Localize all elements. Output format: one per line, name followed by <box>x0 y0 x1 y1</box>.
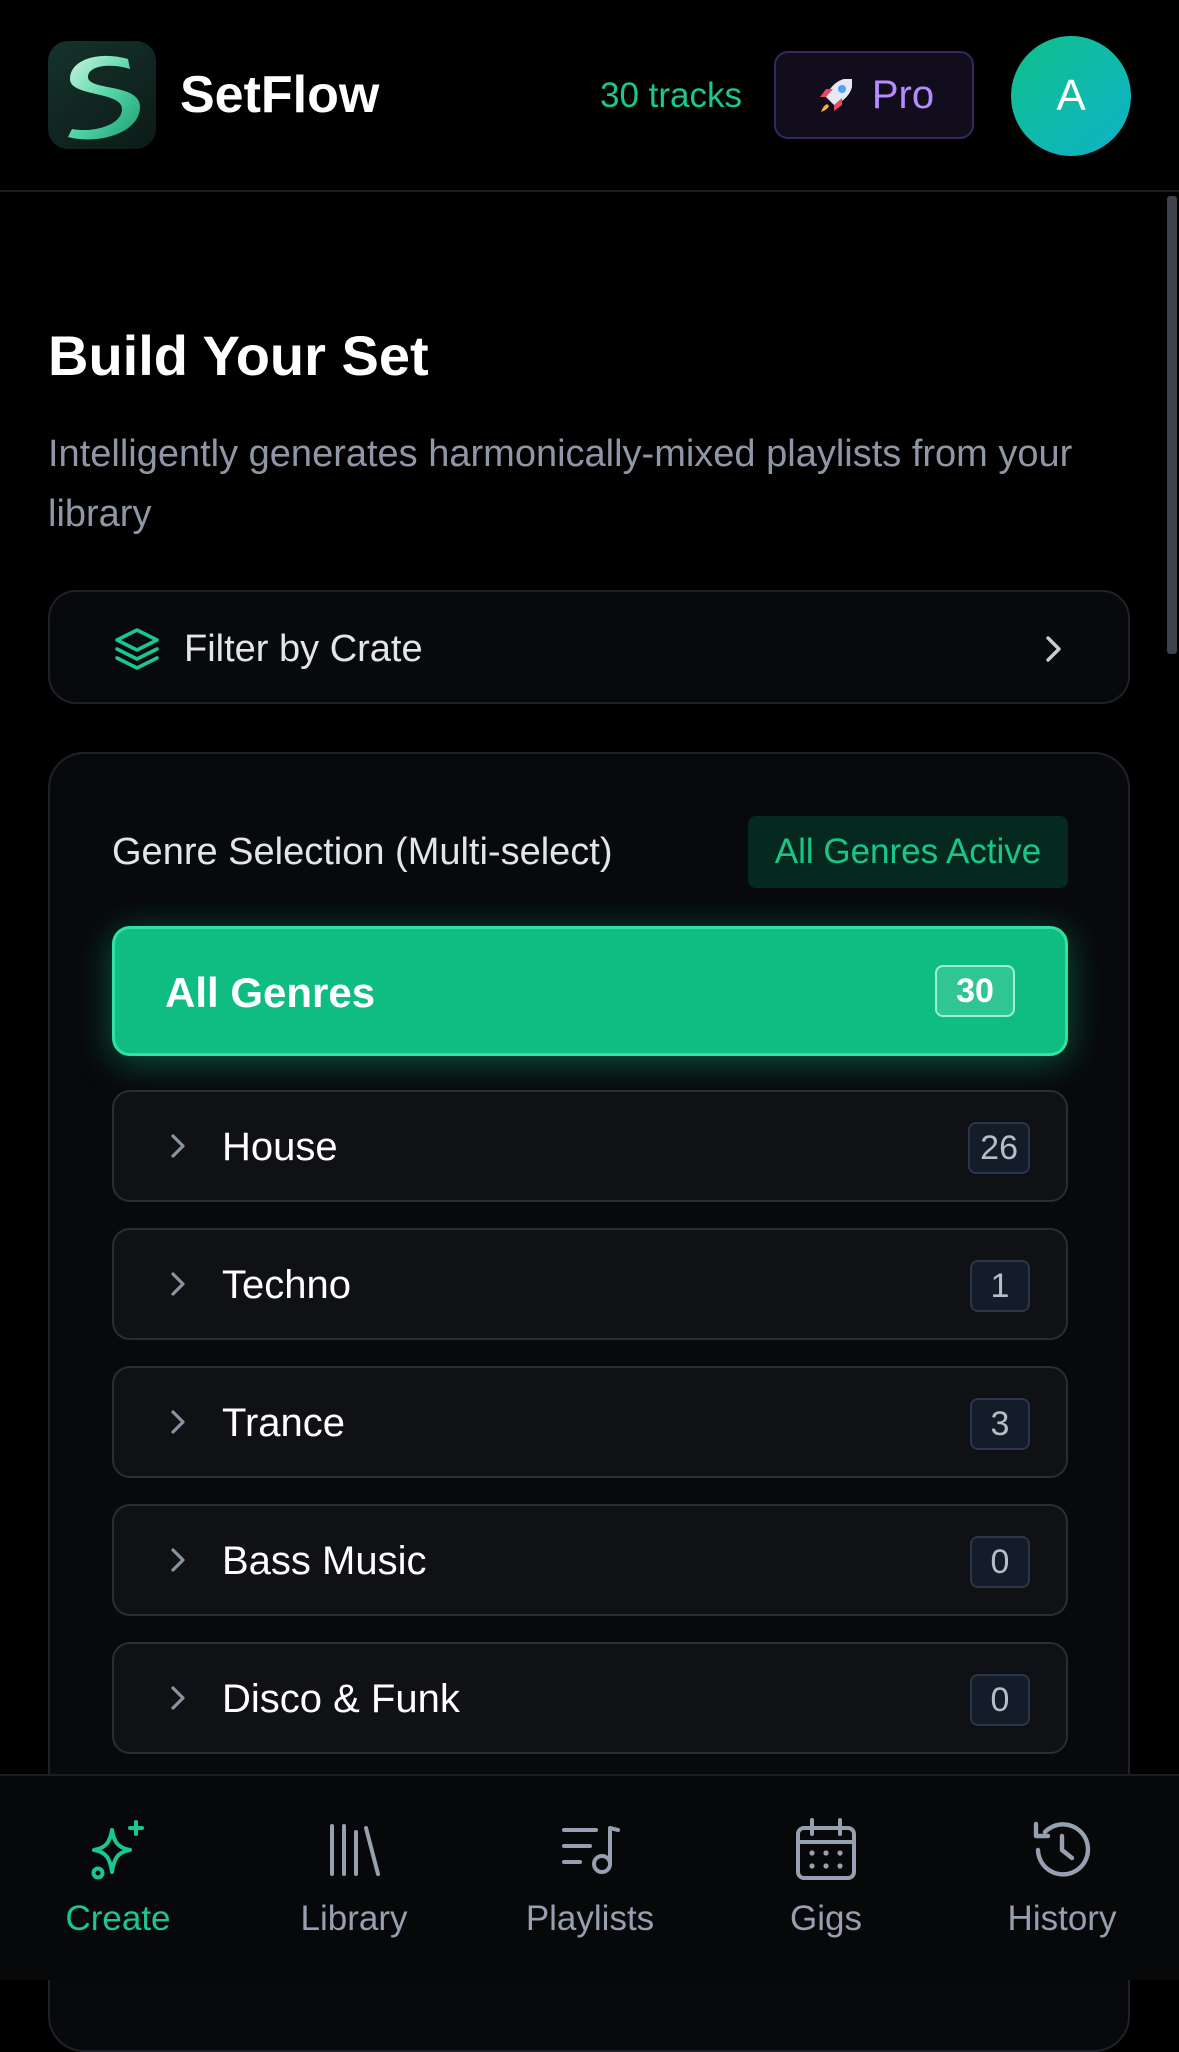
scrollbar-thumb[interactable] <box>1167 196 1177 654</box>
genre-count: 3 <box>970 1398 1030 1450</box>
filter-label: Filter by Crate <box>184 628 423 670</box>
all-genres-label: All Genres <box>165 969 376 1016</box>
genres-active-badge: All Genres Active <box>748 816 1068 888</box>
history-icon <box>1033 1821 1091 1877</box>
app-header: SetFlow 30 tracks Pro A <box>0 0 1179 192</box>
pro-label: Pro <box>871 73 935 117</box>
page-subtitle: Intelligently generates harmonically-mix… <box>48 433 1073 535</box>
all-genres-count: 30 <box>935 965 1015 1017</box>
nav-label: History <box>1007 1899 1117 1938</box>
filter-by-crate-button[interactable]: Filter by Crate <box>48 590 1130 704</box>
genre-label: House <box>222 1125 338 1169</box>
all-genres-option[interactable]: All Genres 30 <box>112 926 1068 1056</box>
nav-item-history[interactable]: History <box>944 1776 1179 1980</box>
chevron-right-icon <box>171 1134 185 1158</box>
bottom-navigation: Create Library Playlists Gigs History <box>0 1774 1179 1980</box>
chevron-right-icon <box>171 1548 185 1572</box>
genre-label: Techno <box>222 1263 351 1307</box>
genre-count: 26 <box>968 1122 1030 1174</box>
chevron-right-icon <box>171 1686 185 1710</box>
genre-label: Bass Music <box>222 1539 427 1583</box>
genre-count: 0 <box>970 1536 1030 1588</box>
nav-item-playlists[interactable]: Playlists <box>472 1776 708 1980</box>
nav-label: Gigs <box>790 1899 862 1938</box>
library-icon <box>330 1824 380 1876</box>
chevron-right-icon <box>171 1410 185 1434</box>
chevron-right-icon <box>171 1272 185 1296</box>
tracks-count: 30 tracks <box>600 76 742 115</box>
genre-row-bass-music[interactable]: Bass Music 0 <box>112 1504 1068 1616</box>
calendar-icon <box>796 1818 856 1880</box>
genre-row-house[interactable]: House 26 <box>112 1090 1068 1202</box>
sparkles-icon <box>91 1820 144 1880</box>
nav-item-create[interactable]: Create <box>0 1776 236 1980</box>
genre-row-disco-funk[interactable]: Disco & Funk 0 <box>112 1642 1068 1754</box>
genre-count: 0 <box>970 1674 1030 1726</box>
nav-label: Library <box>300 1899 408 1938</box>
nav-item-gigs[interactable]: Gigs <box>708 1776 944 1980</box>
playlist-icon <box>562 1826 620 1874</box>
genre-row-techno[interactable]: Techno 1 <box>112 1228 1068 1340</box>
genre-label: Disco & Funk <box>222 1677 460 1721</box>
logo-s-icon <box>68 55 140 140</box>
nav-label: Playlists <box>525 1899 655 1938</box>
chevron-right-icon <box>1046 636 1061 662</box>
genre-count: 1 <box>970 1260 1030 1312</box>
rocket-icon <box>819 79 852 112</box>
genre-selection-heading: Genre Selection (Multi-select) <box>112 831 613 873</box>
nav-label: Create <box>65 1899 171 1938</box>
genre-row-trance[interactable]: Trance 3 <box>112 1366 1068 1478</box>
genre-label: Trance <box>222 1401 346 1445</box>
layers-icon <box>115 628 159 670</box>
pro-upgrade-button[interactable]: Pro <box>774 51 974 139</box>
nav-item-library[interactable]: Library <box>236 1776 472 1980</box>
page-title: Build Your Set <box>48 324 429 387</box>
app-name: SetFlow <box>180 66 380 124</box>
user-avatar[interactable]: A <box>1011 36 1131 156</box>
setflow-logo[interactable] <box>48 41 156 149</box>
